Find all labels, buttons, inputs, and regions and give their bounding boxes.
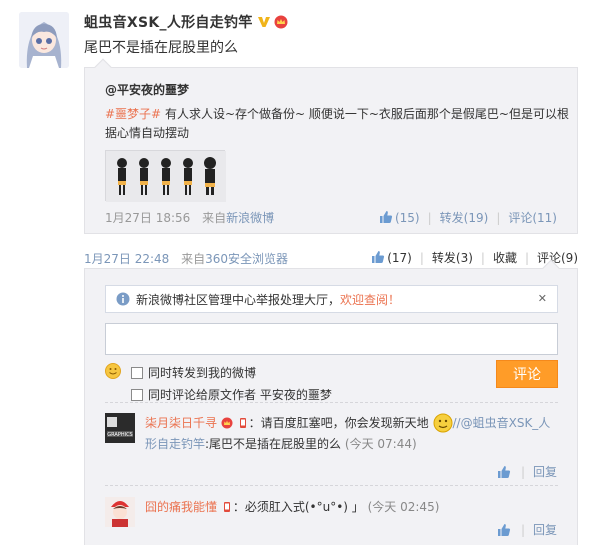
divider [105, 485, 558, 486]
notice-bar: 新浪微博社区管理中心举报处理大厅，欢迎查阅！ ✕ [105, 285, 558, 313]
divider: | [520, 522, 525, 537]
quote-text: #噩梦子# 有人求人设~存个做备份~ 顺便说一下~衣服后面那个是假尾巴~但是可以… [105, 105, 570, 143]
post-author-line: 蛆虫音XSK_人形自走钓竿 [84, 12, 289, 32]
post-repost-button[interactable]: 转发(3) [432, 249, 473, 266]
reply-button[interactable]: 回复 [533, 521, 557, 538]
post-like-count: (17) [387, 251, 412, 265]
post-favorite-button[interactable]: 收藏 [493, 249, 517, 266]
quote-source[interactable]: 新浪微博 [226, 211, 274, 225]
commenter-name[interactable]: 囧的痛我能懂 [145, 500, 217, 514]
option-repost-row[interactable]: 同时转发到我的微博 [131, 364, 256, 381]
quote-time[interactable]: 1月27日 18:56 [105, 211, 190, 225]
quote-comment-button[interactable]: 评论(11) [508, 209, 557, 226]
comment-actions: | 回复 [497, 521, 557, 538]
notice-message: 新浪微博社区管理中心举报处理大厅， [136, 292, 341, 307]
divider: | [480, 250, 485, 265]
comment-panel: 新浪微博社区管理中心举报处理大厅，欢迎查阅！ ✕ 同时转发到我的微博 同时评论给… [84, 259, 578, 545]
comment-actions: | 回复 [497, 463, 557, 480]
comment-text: 柒月柒日千寻 ：请百度肛塞吧，你会发现新天地 //@蛆虫音XSK_人形自走钓竿:… [145, 413, 558, 455]
option-comment-original-label: 同时评论给原文作者 平安夜的噩梦 [148, 388, 332, 402]
commenter-avatar[interactable] [105, 497, 135, 527]
divider: | [427, 210, 432, 225]
post-author-name[interactable]: 蛆虫音XSK_人形自走钓竿 [84, 12, 253, 32]
thumbs-up-icon [372, 251, 385, 263]
commenter-avatar[interactable]: GRAPHICS [105, 413, 135, 443]
quote-like-button[interactable]: (15) [379, 210, 420, 225]
info-icon [116, 292, 130, 306]
post-time[interactable]: 1月27日 22:48 [84, 252, 169, 266]
comment-quoted-text: :尾巴不是插在屁股里的么 [205, 437, 342, 451]
quote-repost-button[interactable]: 转发(19) [440, 209, 489, 226]
vip-crown-icon[interactable] [221, 417, 233, 429]
quoted-post: @平安夜的噩梦 #噩梦子# 有人求人设~存个做备份~ 顺便说一下~衣服后面那个是… [84, 58, 578, 234]
post-comment-button[interactable]: 评论(9) [537, 249, 578, 266]
quote-arrow [94, 58, 112, 76]
reply-button[interactable]: 回复 [533, 463, 557, 480]
quote-source-prefix: 来自 [202, 211, 227, 225]
close-icon[interactable]: ✕ [538, 292, 547, 305]
comment-input[interactable] [105, 323, 558, 355]
vip-crown-icon[interactable] [273, 15, 289, 29]
quote-like-count: (15) [394, 211, 420, 225]
comment-item: 囧的痛我能懂 ：必须肛入式(•°u°•) 」 (今天 02:45) [105, 497, 558, 537]
mobile-icon [223, 502, 230, 512]
emoji-picker-icon[interactable] [105, 363, 121, 379]
comment-original-checkbox[interactable] [131, 388, 143, 401]
divider: | [496, 210, 501, 225]
divider [105, 402, 558, 403]
emoji-face-icon [433, 413, 453, 433]
post-source-prefix: 来自 [181, 252, 206, 266]
divider: | [524, 250, 529, 265]
quote-hashtag[interactable]: #噩梦子# [105, 107, 161, 121]
repost-checkbox[interactable] [131, 366, 143, 379]
quote-author-link[interactable]: @平安夜的噩梦 [105, 81, 189, 98]
post-author-avatar[interactable] [19, 12, 69, 68]
quote-actions: (15) | 转发(19) | 评论(11) [379, 209, 557, 226]
post-text: 尾巴不是插在屁股里的么 [84, 40, 238, 56]
quote-body: 有人求人设~存个做备份~ 顺便说一下~衣服后面那个是假尾巴~但是可以根据心情自动… [105, 107, 569, 140]
divider: | [520, 464, 525, 479]
commenter-name[interactable]: 柒月柒日千寻 [145, 416, 217, 430]
thumbs-up-icon [379, 211, 393, 223]
post-meta: 1月27日 22:48 来自360安全浏览器 [84, 250, 288, 267]
option-repost-label: 同时转发到我的微博 [148, 366, 257, 380]
comment-text: 囧的痛我能懂 ：必须肛入式(•°u°•) 」 (今天 02:45) [145, 497, 558, 518]
notice-link[interactable]: 欢迎查阅！ [340, 293, 400, 307]
comment-time: (今天 07:44) [344, 437, 417, 451]
verified-v-icon [257, 17, 270, 27]
option-comment-original-row[interactable]: 同时评论给原文作者 平安夜的噩梦 [131, 386, 332, 403]
quote-meta: 1月27日 18:56 来自新浪微博 [105, 209, 274, 226]
comment-item: GRAPHICS 柒月柒日千寻 ：请百度肛塞吧，你会发现新天地 //@蛆虫音XS… [105, 413, 558, 481]
thumbs-up-icon[interactable] [497, 523, 511, 537]
post-like-button[interactable]: (17) [371, 250, 412, 265]
submit-comment-button[interactable]: 评论 [496, 360, 558, 388]
svg-text:GRAPHICS: GRAPHICS [107, 432, 132, 438]
quote-image-thumbnail[interactable] [105, 150, 226, 202]
comment-content: ：请百度肛塞吧，你会发现新天地 [248, 416, 429, 430]
divider: | [419, 250, 424, 265]
mobile-icon [239, 418, 246, 428]
comment-time: (今天 02:45) [367, 500, 440, 514]
thumbs-up-icon[interactable] [497, 465, 511, 479]
notice-text: 新浪微博社区管理中心举报处理大厅，欢迎查阅！ [136, 291, 400, 308]
post-source[interactable]: 360安全浏览器 [205, 252, 288, 266]
comment-content: ：必须肛入式(•°u°•) 」 [232, 500, 364, 514]
